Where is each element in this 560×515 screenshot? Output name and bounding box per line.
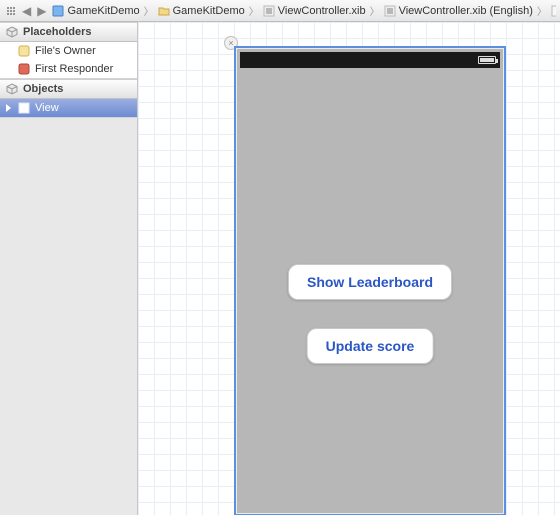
outline-group-header-objects[interactable]: Objects: [0, 79, 137, 99]
breadcrumb-label: GameKitDemo: [67, 5, 139, 17]
chevron-right-icon: 〉: [144, 3, 154, 18]
cube-icon: [6, 83, 18, 95]
status-bar: [240, 52, 500, 68]
breadcrumb-label: ViewController.xib (English): [399, 5, 533, 17]
outline-item-view[interactable]: View: [0, 99, 137, 117]
view-object[interactable]: × Show Leaderboard Update score: [234, 46, 506, 515]
responder-icon: [18, 63, 30, 75]
group-title: Placeholders: [23, 26, 91, 38]
breadcrumb-item[interactable]: GameKitDemo: [156, 5, 247, 17]
breadcrumb-item[interactable]: ViewController.xib (English): [382, 5, 535, 17]
device-view[interactable]: Show Leaderboard Update score: [234, 46, 506, 515]
cube-icon: [6, 26, 18, 38]
view-icon: [551, 5, 556, 17]
outline-item-files-owner[interactable]: File's Owner: [0, 42, 137, 60]
document-outline: Placeholders File's Owner First Responde…: [0, 22, 138, 515]
breadcrumb: GameKitDemo 〉 GameKitDemo 〉 ViewControll…: [50, 3, 556, 18]
nav-back-button[interactable]: ◀: [20, 4, 33, 18]
battery-icon: [478, 56, 496, 64]
view-icon: [18, 102, 30, 114]
outline-group-header-placeholders[interactable]: Placeholders: [0, 22, 137, 42]
breadcrumb-item[interactable]: View: [549, 5, 556, 17]
chevron-right-icon: 〉: [370, 3, 380, 18]
update-score-button[interactable]: Update score: [307, 328, 434, 364]
outline-item-label: File's Owner: [35, 45, 96, 57]
disclosure-triangle-icon[interactable]: [6, 104, 11, 112]
breadcrumb-label: ViewController.xib: [278, 5, 366, 17]
outline-item-label: First Responder: [35, 63, 113, 75]
breadcrumb-item[interactable]: ViewController.xib: [261, 5, 368, 17]
xib-icon: [263, 5, 275, 17]
outline-item-first-responder[interactable]: First Responder: [0, 60, 137, 78]
sidebar-empty-area: [0, 118, 137, 515]
grip-icon[interactable]: [4, 4, 18, 18]
show-leaderboard-button[interactable]: Show Leaderboard: [288, 264, 452, 300]
xcodeproj-icon: [52, 5, 64, 17]
owner-icon: [18, 45, 30, 57]
jump-bar: ◀ ▶ GameKitDemo 〉 GameKitDemo 〉 ViewCont…: [0, 0, 560, 22]
breadcrumb-label: GameKitDemo: [173, 5, 245, 17]
outline-item-label: View: [35, 102, 59, 114]
nav-forward-button[interactable]: ▶: [35, 4, 48, 18]
folder-icon: [158, 5, 170, 17]
chevron-right-icon: 〉: [249, 3, 259, 18]
group-title: Objects: [23, 83, 63, 95]
breadcrumb-item[interactable]: GameKitDemo: [50, 5, 141, 17]
xib-icon: [384, 5, 396, 17]
ib-canvas[interactable]: × Show Leaderboard Update score: [138, 22, 560, 515]
chevron-right-icon: 〉: [537, 3, 547, 18]
